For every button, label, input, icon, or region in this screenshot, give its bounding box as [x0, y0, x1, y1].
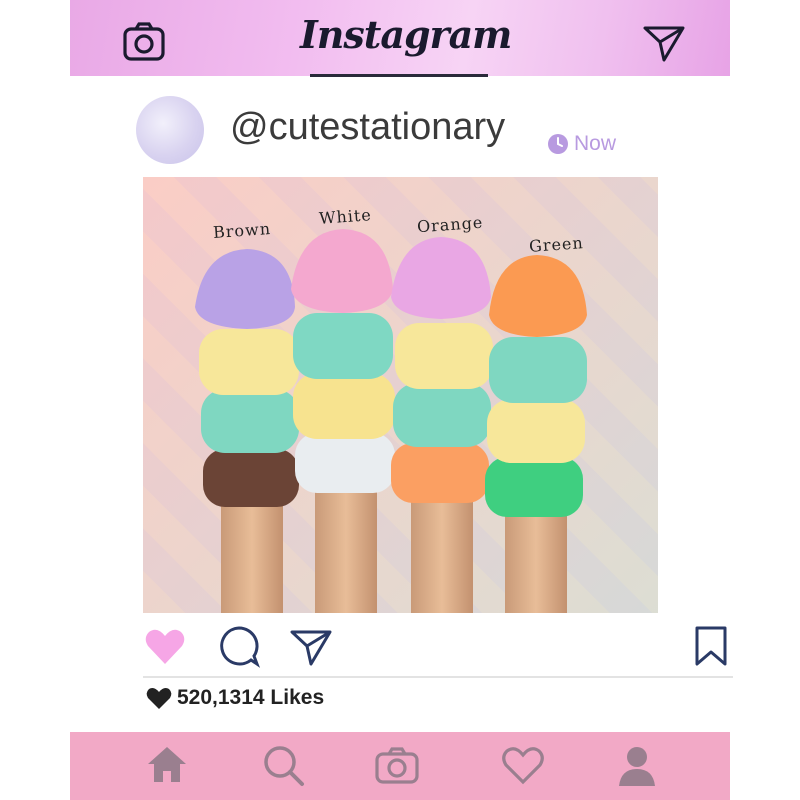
heart-icon — [146, 688, 172, 709]
likes-count[interactable]: 520,1314 Likes — [145, 686, 324, 710]
instagram-logo: Instagram — [300, 12, 512, 57]
pen-white — [291, 229, 395, 613]
pen-brown — [195, 249, 299, 613]
profile-icon[interactable] — [614, 742, 660, 788]
label-white: White — [318, 205, 373, 228]
heart-icon[interactable] — [500, 742, 546, 788]
logo-underline — [310, 74, 488, 77]
home-icon[interactable] — [144, 742, 190, 788]
divider — [143, 676, 733, 678]
bottom-nav — [70, 732, 730, 800]
label-green: Green — [528, 233, 585, 256]
bookmark-icon[interactable] — [689, 624, 733, 668]
top-bar: Instagram — [70, 0, 730, 77]
pen-green — [485, 255, 587, 613]
avatar[interactable] — [136, 96, 204, 164]
comment-icon[interactable] — [217, 624, 261, 668]
post-time-label: Now — [574, 132, 617, 155]
clock-icon — [548, 134, 568, 154]
post-time: Now — [548, 132, 616, 156]
like-heart-icon[interactable] — [143, 624, 187, 668]
pen-orange — [391, 237, 493, 613]
post-username[interactable]: @cutestationary — [230, 106, 505, 149]
post-actions — [143, 618, 733, 674]
instagram-frame: Instagram @cutestationary Now Brown Whit… — [70, 0, 733, 800]
camera-icon[interactable] — [374, 742, 420, 788]
post-photo[interactable]: Brown White Orange Green — [143, 177, 658, 613]
search-icon[interactable] — [260, 742, 306, 788]
camera-icon[interactable] — [122, 20, 166, 64]
share-icon[interactable] — [289, 624, 333, 668]
label-brown: Brown — [212, 218, 272, 243]
likes-label: 520,1314 Likes — [177, 686, 325, 709]
send-icon[interactable] — [642, 20, 686, 64]
